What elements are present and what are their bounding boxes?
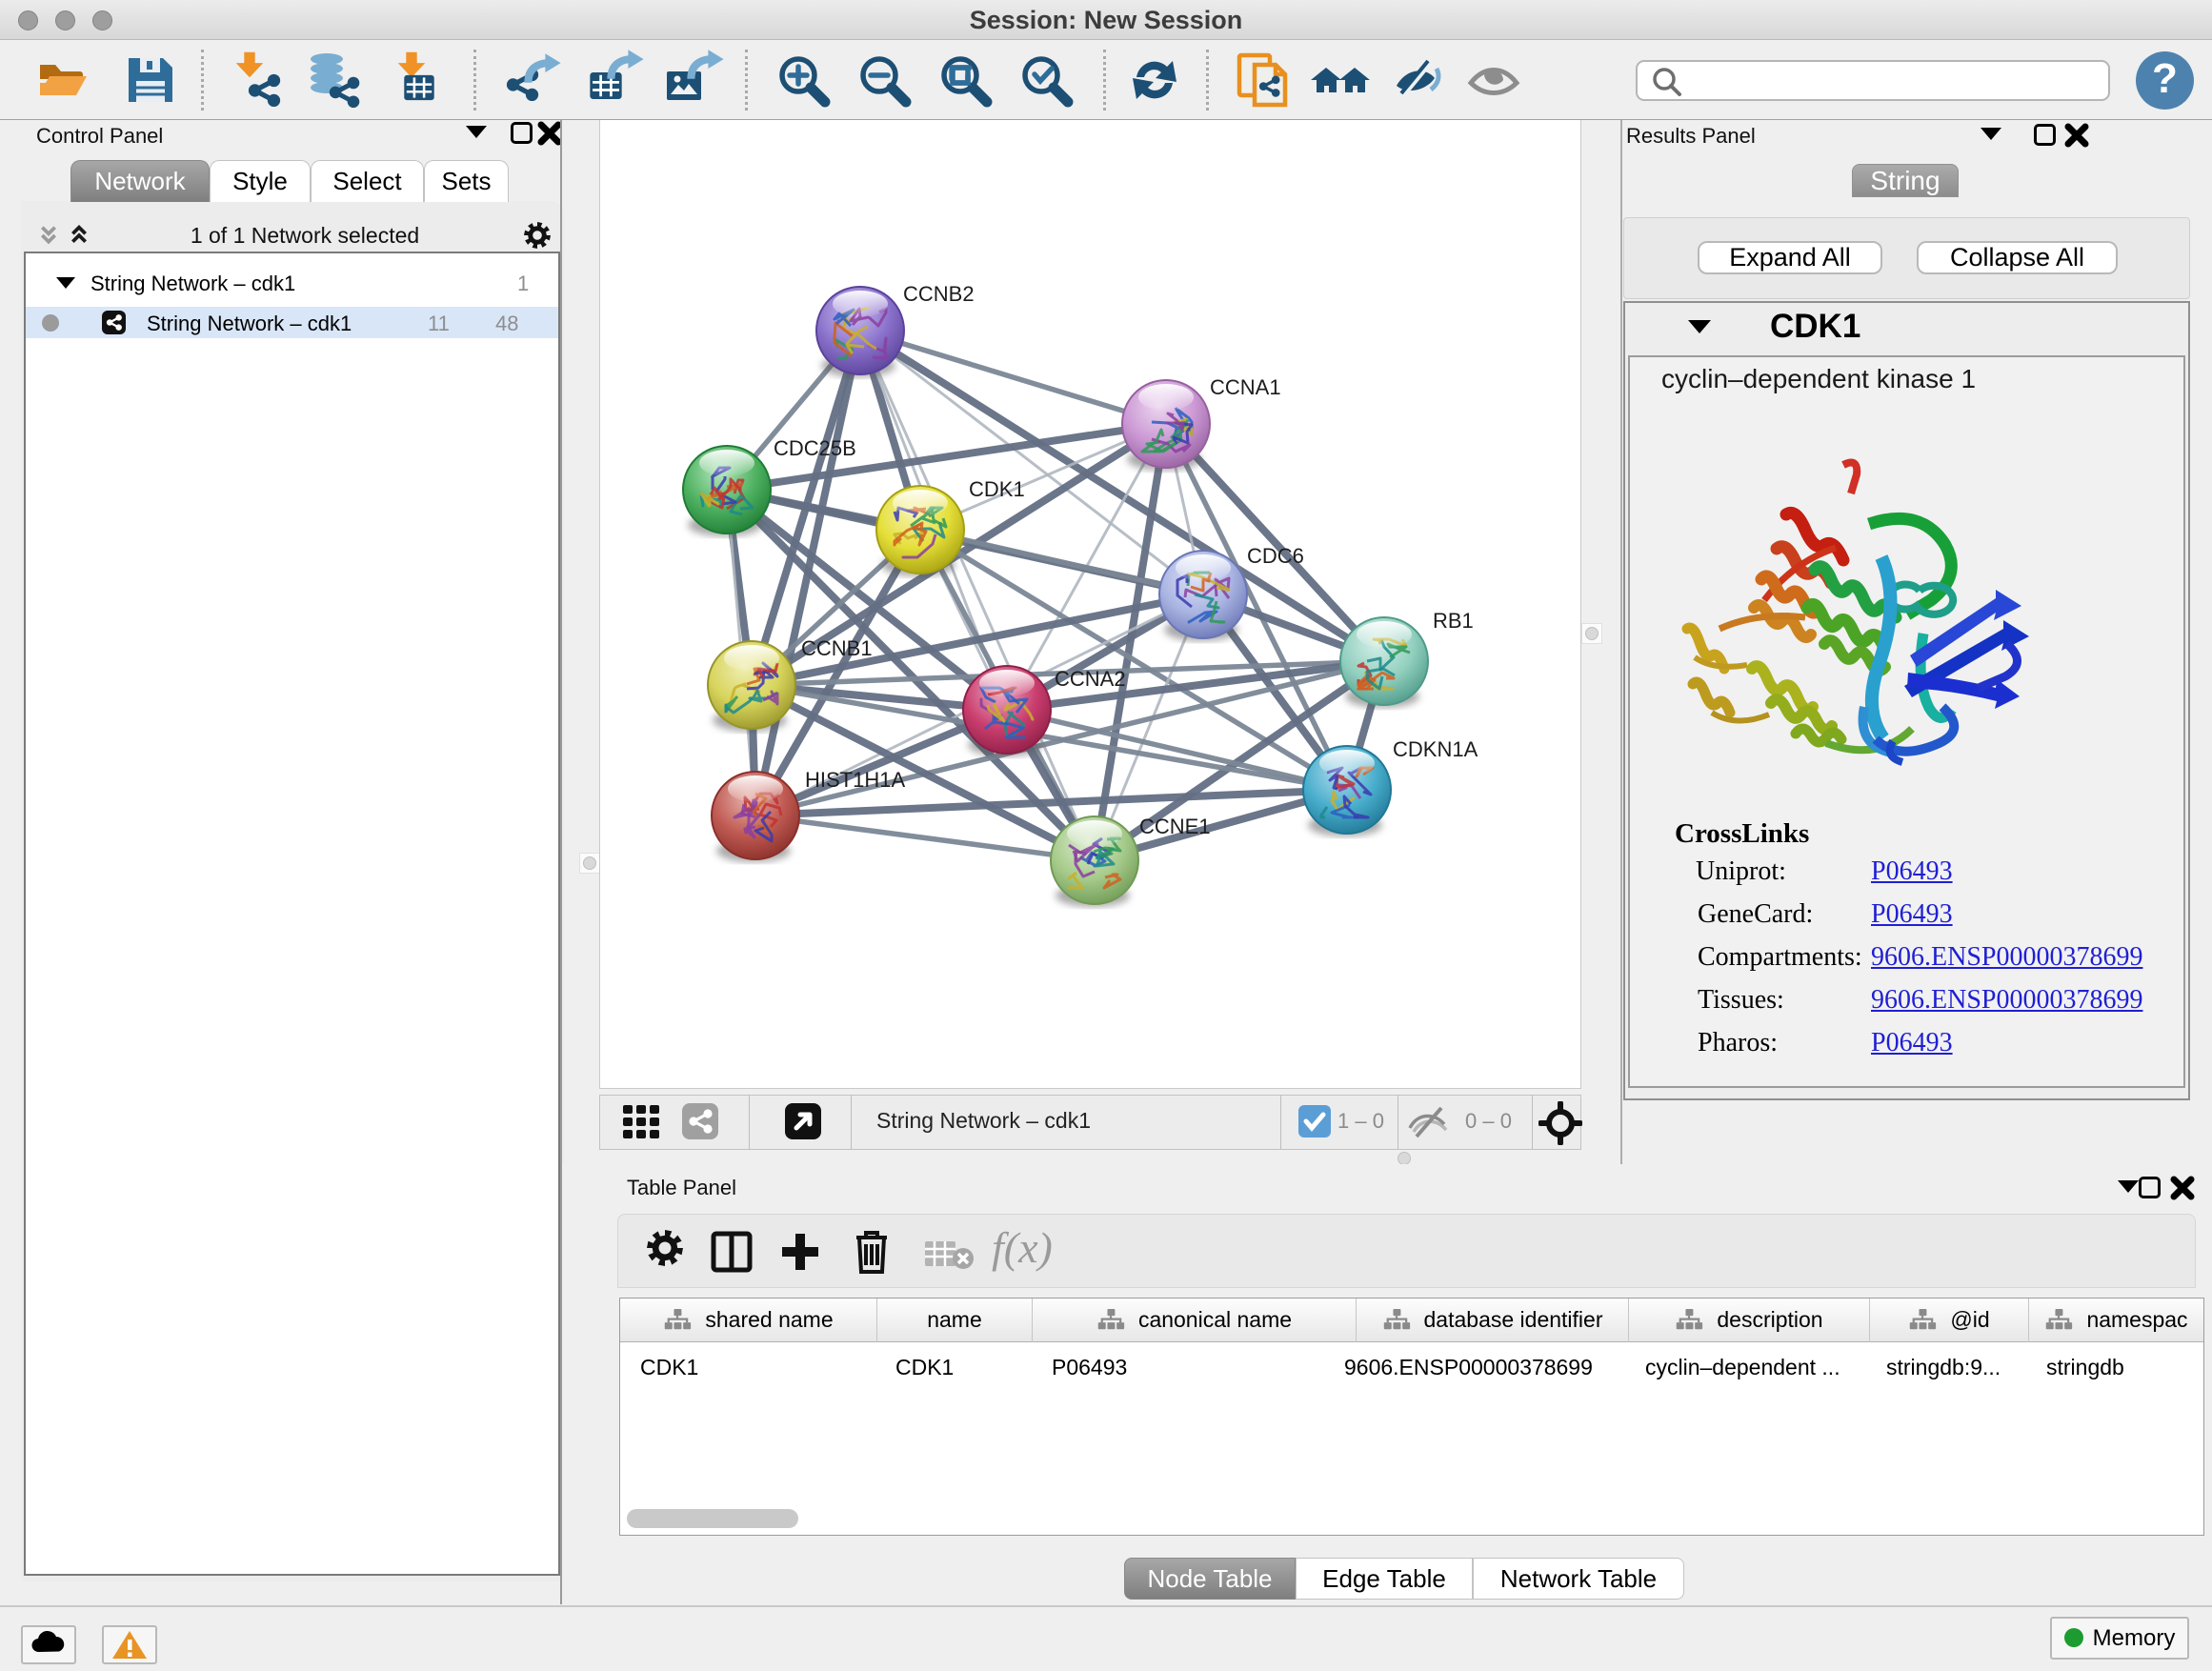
svg-text:CDKN1A: CDKN1A (1393, 737, 1478, 761)
svg-text:CDC25B: CDC25B (774, 436, 856, 460)
svg-text:RB1: RB1 (1433, 609, 1474, 633)
svg-text:CDK1: CDK1 (969, 477, 1025, 501)
svg-text:CDC6: CDC6 (1247, 544, 1304, 568)
svg-text:CCNE1: CCNE1 (1139, 815, 1211, 838)
svg-text:CCNB1: CCNB1 (801, 636, 873, 660)
svg-text:HIST1H1A: HIST1H1A (805, 768, 905, 792)
svg-text:CCNB2: CCNB2 (903, 282, 975, 306)
svg-text:CCNA1: CCNA1 (1210, 375, 1281, 399)
svg-text:CCNA2: CCNA2 (1055, 667, 1126, 691)
